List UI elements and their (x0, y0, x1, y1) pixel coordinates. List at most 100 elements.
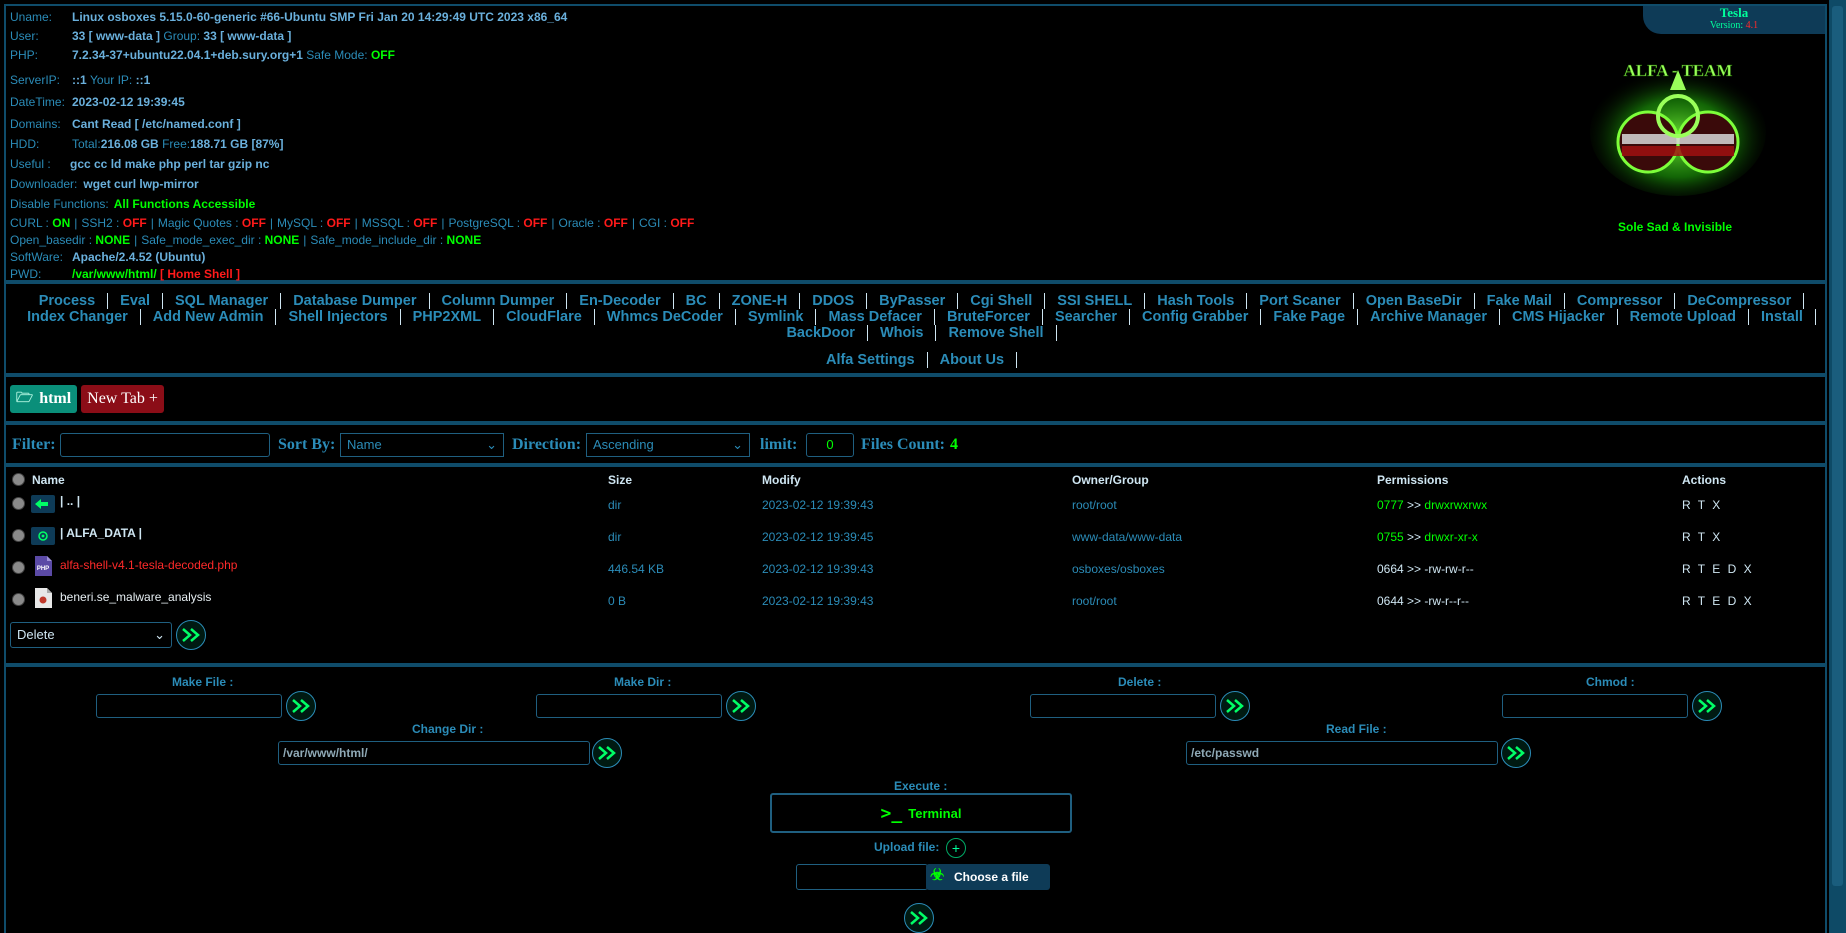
delete-input[interactable] (1030, 694, 1216, 718)
biohazard-icon: ☣ (930, 867, 945, 884)
menu-item-open-basedir[interactable]: Open BaseDir (1354, 293, 1475, 309)
menu-item-symlink[interactable]: Symlink (736, 309, 817, 325)
file-name-link[interactable]: | ALFA_DATA | (60, 526, 142, 540)
chmod-input[interactable] (1502, 694, 1688, 718)
chmod-submit-button[interactable] (1692, 691, 1722, 721)
menu-item-archive-manager[interactable]: Archive Manager (1358, 309, 1500, 325)
scrollbar-thumb[interactable] (1832, 6, 1843, 886)
menu-item-install[interactable]: Install (1749, 309, 1816, 325)
menu-item-fake-mail[interactable]: Fake Mail (1475, 293, 1565, 309)
sort-by-select[interactable]: Name ⌄ (340, 433, 504, 457)
row-actions[interactable]: R T E D X (1682, 594, 1754, 608)
menu-item-cgi-shell[interactable]: Cgi Shell (958, 293, 1046, 309)
terminal-button[interactable]: >_ Terminal (770, 793, 1072, 833)
table-row[interactable]: | .. | dir 2023-02-12 19:39:43 root/root… (6, 489, 1825, 517)
menu-item-remove-shell[interactable]: Remove Shell (936, 325, 1057, 341)
svg-text:PHP: PHP (37, 566, 49, 572)
permissions-link[interactable]: 0644 >> -rw-r--r-- (1377, 594, 1469, 608)
menu-item-about-us[interactable]: About Us (928, 352, 1018, 368)
make-file-input[interactable] (96, 694, 282, 718)
extensions-row: CURL : ON | SSH2 : OFF | Magic Quotes : OF… (10, 216, 695, 230)
menu-item-fake-page[interactable]: Fake Page (1261, 309, 1359, 325)
menu-item-add-new-admin[interactable]: Add New Admin (141, 309, 277, 325)
menu-item-compressor[interactable]: Compressor (1565, 293, 1676, 309)
menu-item-column-dumper[interactable]: Column Dumper (430, 293, 568, 309)
choose-file-button[interactable]: ☣ Choose a file (926, 864, 1050, 890)
menu-item-shell-injectors[interactable]: Shell Injectors (276, 309, 401, 325)
vertical-scrollbar[interactable] (1829, 0, 1846, 933)
tab-html[interactable]: 🗁 html (10, 385, 77, 413)
menu-item-searcher[interactable]: Searcher (1043, 309, 1131, 325)
table-row[interactable]: beneri.se_malware_analysis 0 B 2023-02-1… (6, 585, 1825, 613)
home-shell-link[interactable]: [ Home Shell ] (160, 267, 240, 281)
permissions-link[interactable]: 0755 >> drwxr-xr-x (1377, 530, 1478, 544)
menu-item-cms-hijacker[interactable]: CMS Hijacker (1500, 309, 1618, 325)
bulk-submit-button[interactable] (176, 620, 206, 650)
menu-item-bruteforcer[interactable]: BruteForcer (935, 309, 1043, 325)
pwd-link[interactable]: /var/www/html/ (72, 267, 157, 281)
file-name-link[interactable]: alfa-shell-v4.1-tesla-decoded.php (60, 558, 237, 572)
menu-item-index-changer[interactable]: Index Changer (15, 309, 141, 325)
double-chevron-right-icon (910, 911, 928, 925)
menu-item-en-decoder[interactable]: En-Decoder (567, 293, 674, 309)
select-all-checkbox[interactable] (12, 473, 25, 486)
delete-submit-button[interactable] (1220, 691, 1250, 721)
menu-item-port-scaner[interactable]: Port Scaner (1247, 293, 1354, 309)
menu-item-backdoor[interactable]: BackDoor (774, 325, 868, 341)
row-checkbox[interactable] (12, 593, 25, 606)
owner-link[interactable]: osboxes/osboxes (1072, 562, 1165, 576)
row-actions[interactable]: R T E D X (1682, 562, 1754, 576)
row-checkbox[interactable] (12, 497, 25, 510)
menu-item-ssi-shell[interactable]: SSI SHELL (1045, 293, 1146, 309)
owner-link[interactable]: root/root (1072, 498, 1117, 512)
menu-item-eval[interactable]: Eval (108, 293, 163, 309)
limit-input[interactable]: 0 (806, 433, 854, 457)
direction-select[interactable]: Ascending ⌄ (586, 433, 750, 457)
row-checkbox[interactable] (12, 561, 25, 574)
menu-item-process[interactable]: Process (27, 293, 109, 309)
read-file-submit-button[interactable] (1501, 738, 1531, 768)
menu-item-cloudflare[interactable]: CloudFlare (494, 309, 595, 325)
menu-item-bypasser[interactable]: ByPasser (867, 293, 959, 309)
menu-item-alfa-settings[interactable]: Alfa Settings (814, 352, 928, 368)
menu-item-mass-defacer[interactable]: Mass Defacer (816, 309, 935, 325)
menu-item-sql-manager[interactable]: SQL Manager (163, 293, 282, 309)
menu-item-php2xml[interactable]: PHP2XML (401, 309, 495, 325)
make-dir-submit-button[interactable] (726, 691, 756, 721)
table-row[interactable]: | ALFA_DATA | dir 2023-02-12 19:39:45 ww… (6, 521, 1825, 549)
new-tab-button[interactable]: New Tab + (81, 385, 164, 413)
menu-item-whois[interactable]: Whois (868, 325, 937, 341)
menu-item-database-dumper[interactable]: Database Dumper (281, 293, 430, 309)
add-upload-button[interactable]: + (946, 838, 966, 858)
upload-submit-button[interactable] (904, 903, 934, 933)
owner-link[interactable]: root/root (1072, 594, 1117, 608)
menu-item-remote-upload[interactable]: Remote Upload (1618, 309, 1749, 325)
make-dir-input[interactable] (536, 694, 722, 718)
bulk-action-select[interactable]: Delete ⌄ (10, 622, 172, 648)
change-dir-submit-button[interactable] (592, 738, 622, 768)
upload-filename-field[interactable] (796, 864, 928, 890)
row-actions[interactable]: R T X (1682, 498, 1722, 512)
row-checkbox[interactable] (12, 529, 25, 542)
change-dir-input[interactable]: /var/www/html/ (278, 741, 590, 765)
make-file-submit-button[interactable] (286, 691, 316, 721)
read-file-input[interactable]: /etc/passwd (1186, 741, 1498, 765)
file-name-link[interactable]: beneri.se_malware_analysis (60, 590, 211, 604)
menu-item-decompressor[interactable]: DeCompressor (1675, 293, 1805, 309)
table-row[interactable]: PHP alfa-shell-v4.1-tesla-decoded.php 44… (6, 553, 1825, 581)
chevron-down-icon: ⌄ (486, 437, 497, 452)
file-name-link[interactable]: | .. | (60, 494, 80, 508)
menu-item-whmcs-decoder[interactable]: Whmcs DeCoder (595, 309, 736, 325)
menu-item-zone-h[interactable]: ZONE-H (720, 293, 801, 309)
row-actions[interactable]: R T X (1682, 530, 1722, 544)
menu-item-ddos[interactable]: DDOS (800, 293, 868, 309)
quick-tools-panel: Make File : Make Dir : Delete : Chmod : … (4, 665, 1827, 933)
permissions-link[interactable]: 0664 >> -rw-rw-r-- (1377, 562, 1474, 576)
menu-item-config-grabber[interactable]: Config Grabber (1130, 309, 1262, 325)
permissions-link[interactable]: 0777 >> drwxrwxrwx (1377, 498, 1487, 512)
owner-link[interactable]: www-data/www-data (1072, 530, 1182, 544)
menu-item-bc[interactable]: BC (674, 293, 720, 309)
menu-item-hash-tools[interactable]: Hash Tools (1145, 293, 1248, 309)
chevron-down-icon: ⌄ (154, 627, 165, 642)
filter-input[interactable] (60, 433, 270, 457)
